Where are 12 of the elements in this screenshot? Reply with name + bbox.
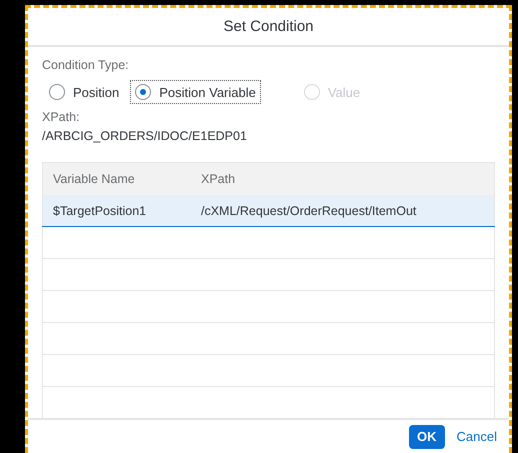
- radio-option[interactable]: Position Variable: [130, 80, 261, 104]
- column-header: Variable Name: [42, 162, 191, 195]
- field-label: Condition Type:: [42, 58, 130, 72]
- ok-button[interactable]: OK: [409, 424, 445, 448]
- table-cell: $TargetPosition1: [42, 195, 191, 226]
- cancel-button[interactable]: Cancel: [456, 427, 497, 446]
- column-header: XPath: [191, 162, 494, 195]
- dialog-title: Set Condition: [223, 18, 314, 35]
- field-label: XPath:: [42, 110, 81, 124]
- table-cell: /cXML/Request/OrderRequest/ItemOut: [191, 195, 494, 226]
- radio-option[interactable]: Position: [44, 80, 124, 104]
- xpath-value: /ARBCIG_ORDERS/IDOC/E1EDP01: [42, 129, 248, 143]
